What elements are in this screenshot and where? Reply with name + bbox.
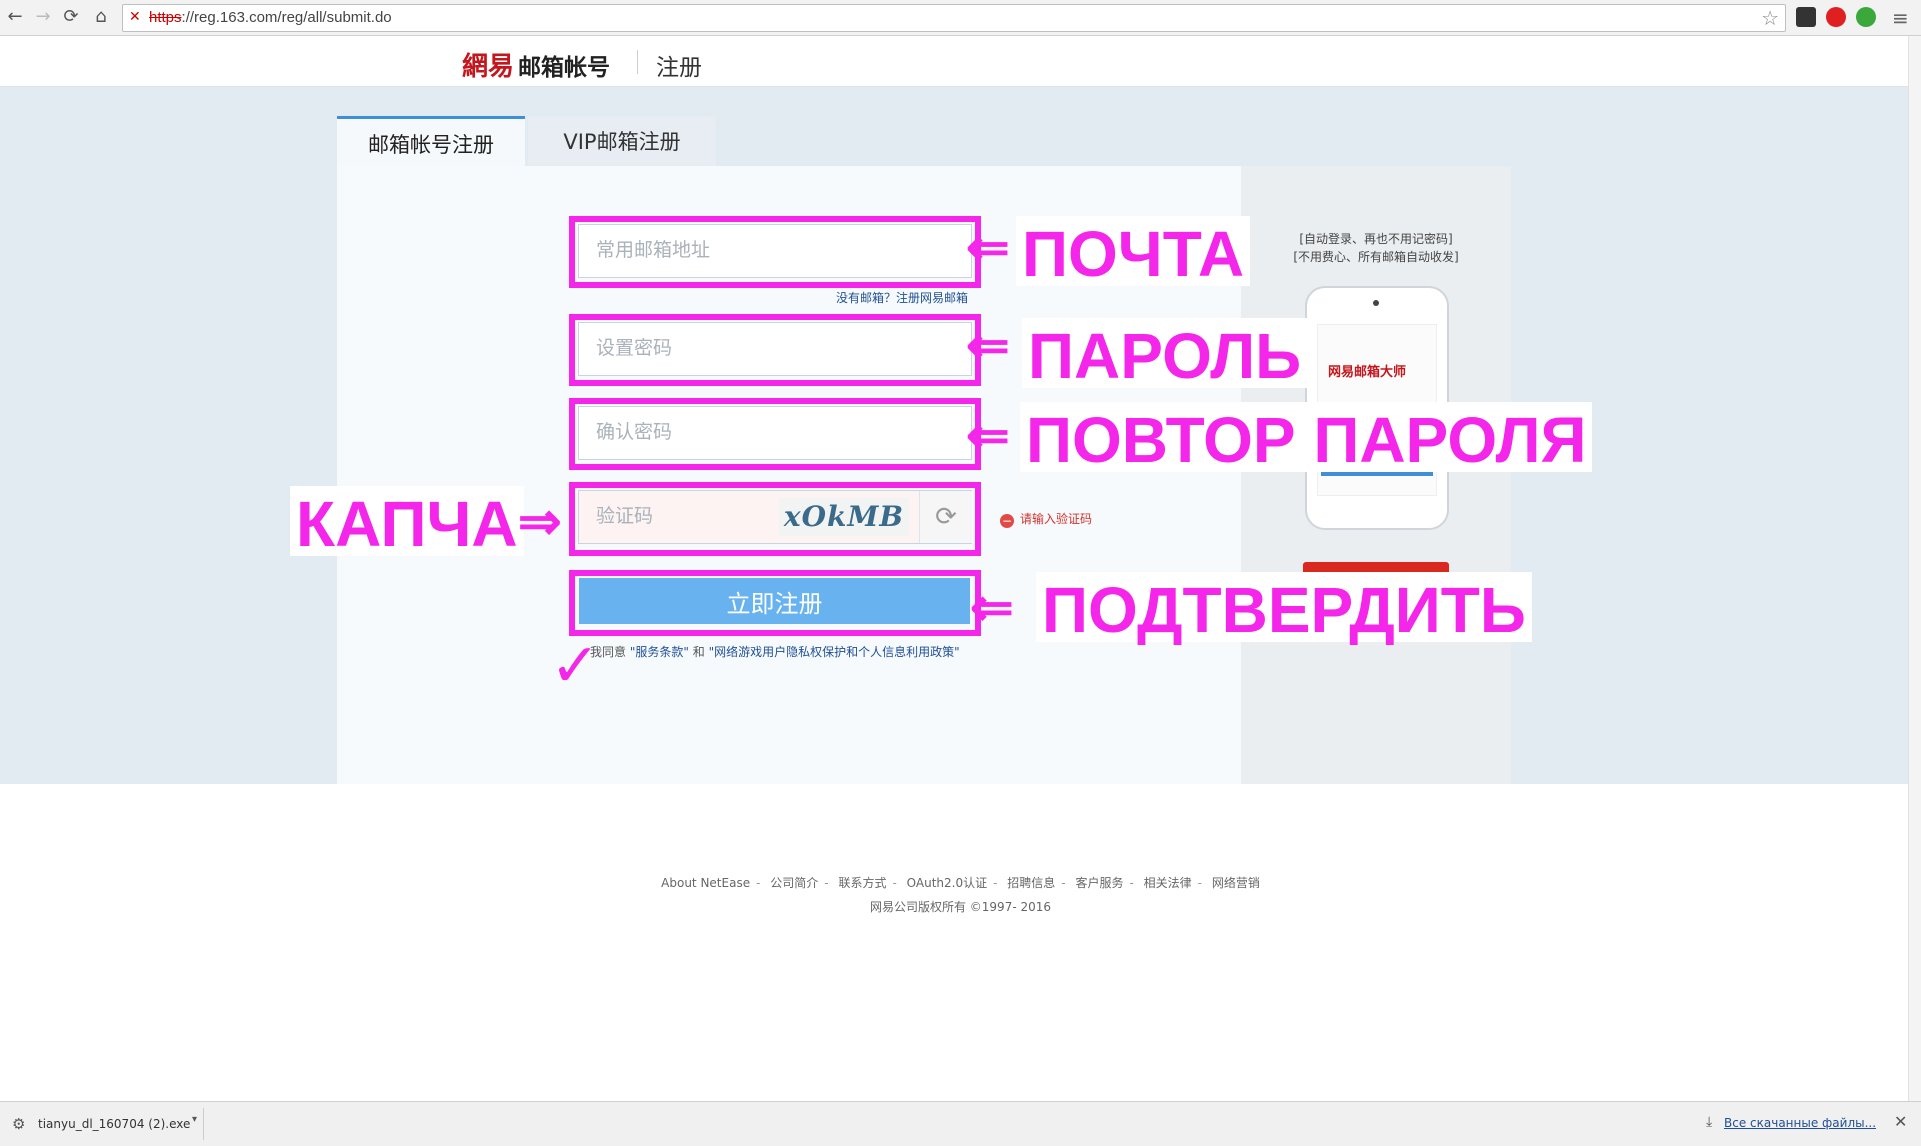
promo-tip-2: [不用费心、所有邮箱自动收发] [1293, 250, 1459, 264]
tab-vip-register[interactable]: VIP邮箱注册 [528, 116, 716, 166]
footer-sep: - [824, 876, 829, 890]
reload-icon[interactable]: ⟳ [60, 6, 82, 28]
submit-annotation: ПОДТВЕРДИТЬ [1036, 572, 1532, 642]
downloads-bar: ⚙ tianyu_dl_160704 (2).exe ▾ ⤓ Все скача… [0, 1101, 1921, 1146]
footer-sep: - [1197, 876, 1202, 890]
forward-icon[interactable]: → [32, 6, 54, 28]
bookmark-star-icon[interactable]: ☆ [1761, 6, 1779, 30]
agree-and: 和 [692, 645, 705, 659]
footer-link-jobs[interactable]: 招聘信息 [1007, 876, 1055, 890]
download-icon: ⤓ [1706, 1114, 1713, 1130]
submit-highlight [569, 570, 981, 636]
page-title: 注册 [656, 55, 702, 81]
insecure-lock-icon: ✕ [129, 9, 141, 25]
confirm-highlight [569, 398, 981, 470]
opera-extension-icon[interactable] [1826, 7, 1846, 27]
download-item[interactable]: ⚙ tianyu_dl_160704 (2).exe ▾ [0, 1108, 204, 1140]
mail-master-logo: 网易邮箱大师 [1328, 365, 1407, 380]
confirm-annotation: ПОВТОР ПАРОЛЯ [1020, 402, 1593, 472]
close-icon[interactable]: ✕ [1894, 1112, 1907, 1131]
footer-link-oauth[interactable]: OAuth2.0认证 [907, 876, 987, 890]
url-text[interactable]: https://reg.163.com/reg/all/submit.do [149, 9, 392, 26]
confirm-arrow: ⇐ [966, 407, 1010, 465]
footer-link-company[interactable]: 公司简介 [770, 876, 818, 890]
agreement-text: 我同意 "服务条款" 和 "网络游戏用户隐私权保护和个人信息利用政策" [590, 643, 960, 660]
password-arrow: ⇐ [966, 317, 1010, 375]
browser-menu-icon[interactable]: ≡ [1892, 6, 1909, 30]
footer-links: About NetEase - 公司简介 - 联系方式 - OAuth2.0认证 - 招… [0, 874, 1921, 891]
captcha-arrow: ⇒ [518, 493, 562, 551]
address-bar[interactable]: ✕ https://reg.163.com/reg/all/submit.do … [122, 4, 1786, 32]
product-name: 邮箱帐号 [518, 55, 610, 81]
agree-check-mark: ✓ [550, 631, 601, 701]
footer-link-marketing[interactable]: 网络营销 [1212, 876, 1260, 890]
captcha-error: − 请输入验证码 [1000, 510, 1092, 528]
captcha-error-text: 请输入验证码 [1020, 512, 1093, 526]
footer-link-legal[interactable]: 相关法律 [1144, 876, 1192, 890]
footer-sep: - [1129, 876, 1134, 890]
page-scrollbar[interactable] [1908, 36, 1921, 1101]
privacy-policy-link[interactable]: "网络游戏用户隐私权保护和个人信息利用政策" [709, 645, 960, 659]
terms-link[interactable]: "服务条款" [630, 645, 689, 659]
download-filename[interactable]: tianyu_dl_160704 (2).exe [38, 1117, 190, 1131]
footer-copyright: 网易公司版权所有 ©1997- 2016 [869, 900, 1052, 914]
header-divider [637, 50, 638, 74]
exe-file-icon: ⚙ [12, 1115, 26, 1133]
email-arrow: ⇐ [966, 219, 1010, 277]
footer-link-contact[interactable]: 联系方式 [838, 876, 886, 890]
footer-link-service[interactable]: 客户服务 [1075, 876, 1123, 890]
captcha-annotation: КАПЧА [290, 486, 524, 556]
footer-sep: - [993, 876, 998, 890]
browser-toolbar: ← → ⟳ ⌂ ✕ https://reg.163.com/reg/all/su… [0, 0, 1921, 36]
back-icon[interactable]: ← [4, 6, 26, 28]
show-all-downloads-link[interactable]: Все скачанные файлы... [1724, 1116, 1876, 1130]
password-highlight [569, 314, 981, 386]
download-menu-chevron-icon[interactable]: ▾ [192, 1114, 197, 1125]
phone-speaker [1373, 300, 1379, 306]
register-netease-mail-link[interactable]: 没有邮箱？注册网易邮箱 [836, 289, 968, 306]
green-extension-icon[interactable] [1856, 7, 1876, 27]
email-highlight [569, 216, 981, 288]
error-icon: − [1000, 514, 1014, 528]
submit-arrow: ⇐ [970, 579, 1014, 637]
captcha-highlight [569, 482, 981, 556]
home-icon[interactable]: ⌂ [90, 6, 112, 28]
tab-email-register[interactable]: 邮箱帐号注册 [337, 116, 525, 166]
footer-sep: - [1061, 876, 1066, 890]
footer-sep: - [892, 876, 897, 890]
footer-link-about[interactable]: About NetEase [661, 876, 750, 890]
netease-logo[interactable]: 網易 [462, 46, 514, 83]
page-header: 網易 邮箱帐号 注册 [0, 36, 1921, 87]
footer-sep: - [756, 876, 761, 890]
promo-tip-1: [自动登录、再也不用记密码] [1299, 232, 1453, 246]
password-annotation: ПАРОЛЬ [1022, 318, 1308, 388]
email-annotation: ПОЧТА [1016, 216, 1251, 286]
extension-icon[interactable] [1796, 7, 1816, 27]
